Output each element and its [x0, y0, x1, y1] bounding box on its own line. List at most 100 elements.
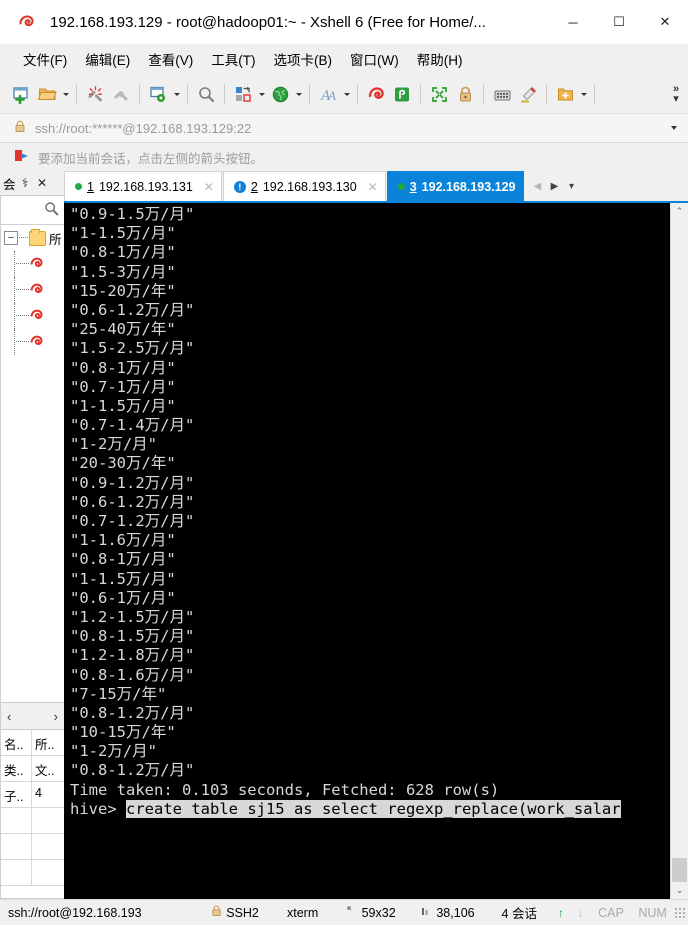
tree-connector — [16, 315, 29, 317]
sidebar-title: 会 — [3, 177, 16, 192]
terminal-prompt-line[interactable]: hive> create table sj15 as select regexp… — [70, 799, 670, 819]
search-icon[interactable] — [193, 81, 219, 107]
pin-icon[interactable]: ⚕ — [18, 174, 33, 192]
web-browser-dropdown-icon[interactable] — [293, 81, 304, 107]
property-key: 子.. — [1, 782, 32, 808]
status-sessions: 4 会话 — [501, 907, 537, 921]
sidebar-nav-prev[interactable]: ‹ — [7, 709, 11, 724]
new-session-icon[interactable] — [8, 81, 34, 107]
status-cap: CAP — [598, 905, 624, 920]
disconnect-icon[interactable] — [82, 81, 108, 107]
notice-text: 要添加当前会话，点击左侧的箭头按钮。 — [38, 151, 264, 166]
tab-nav-next-icon[interactable]: ▶ — [547, 172, 563, 200]
terminal-line: "0.7-1.4万/月" — [70, 416, 195, 435]
tree-connector — [16, 341, 29, 343]
terminal-scrollbar[interactable]: ⌃ ⌄ — [670, 203, 688, 899]
property-value-empty — [32, 834, 64, 860]
terminal-line: "0.6-1.2万/月" — [70, 300, 195, 319]
status-dot-icon — [397, 183, 405, 190]
sidebar-header: 会 ⚕ ✕ — [0, 171, 64, 195]
menu-help[interactable]: 帮助(H) — [408, 46, 472, 72]
maximize-button[interactable]: ☐ — [596, 0, 642, 44]
window-title: 192.168.193.129 - root@hadoop01:~ - Xshe… — [50, 13, 486, 31]
add-folder-dropdown-icon[interactable] — [578, 81, 589, 107]
status-protocol: SSH2 — [198, 905, 272, 920]
tree-root-node[interactable]: − 所 — [1, 225, 64, 251]
tree-session-item[interactable] — [1, 303, 64, 329]
tab-number: 1 — [87, 179, 94, 194]
scrollbar-thumb[interactable] — [672, 858, 687, 882]
tree-expander-icon[interactable]: − — [4, 231, 18, 245]
tree-session-item[interactable] — [1, 329, 64, 355]
open-folder-dropdown-icon[interactable] — [60, 81, 71, 107]
xshell-icon[interactable] — [363, 81, 389, 107]
menu-tabs[interactable]: 选项卡(B) — [265, 46, 342, 72]
keyboard-icon[interactable] — [489, 81, 515, 107]
property-row-empty — [1, 834, 64, 860]
session-properties-dropdown-icon[interactable] — [171, 81, 182, 107]
menu-view[interactable]: 查看(V) — [139, 46, 202, 72]
font-dropdown-icon[interactable] — [341, 81, 352, 107]
menu-edit[interactable]: 编辑(E) — [76, 46, 139, 72]
reconnect-icon[interactable] — [108, 81, 134, 107]
address-bar[interactable]: ssh://root:******@192.168.193.129:22 — [0, 113, 688, 143]
tree-connector — [19, 237, 28, 239]
open-folder-icon[interactable] — [34, 81, 60, 107]
tree-session-item[interactable] — [1, 277, 64, 303]
terminal-command-input[interactable]: create table sj15 as select regexp_repla… — [126, 799, 621, 818]
menu-window[interactable]: 窗口(W) — [341, 46, 408, 72]
web-browser-icon[interactable] — [267, 81, 293, 107]
address-input[interactable]: ssh://root:******@192.168.193.129:22 — [26, 121, 666, 136]
close-button[interactable]: ✕ — [642, 0, 688, 44]
scroll-down-icon[interactable]: ⌄ — [671, 882, 688, 899]
terminal-line: "1-2万/月" — [70, 742, 157, 761]
terminal-line: "20-30万/年" — [70, 454, 176, 473]
menu-file[interactable]: 文件(F) — [14, 46, 76, 72]
terminal-line: "0.8-1.2万/月" — [70, 703, 195, 722]
sidebar-nav-next[interactable]: › — [54, 709, 58, 724]
session-icon — [29, 333, 46, 351]
highlight-icon[interactable] — [515, 81, 541, 107]
tree-root-label: 所 — [49, 232, 62, 247]
tab-nav-prev-icon[interactable]: ◀ — [530, 172, 546, 200]
tab-session-1[interactable]: 1 192.168.193.131 ✕ — [64, 171, 222, 201]
property-key: 名.. — [1, 730, 32, 756]
tree-session-item[interactable] — [1, 251, 64, 277]
chevron-down-icon[interactable] — [666, 126, 682, 130]
notice-bar: 要添加当前会话，点击左侧的箭头按钮。 — [0, 143, 688, 171]
terminal-line: "15-20万/年" — [70, 281, 176, 300]
terminal-output[interactable]: "0.9-1.5万/月" "1-1.5万/月" "0.8-1万/月" "1.5-3万/… — [64, 203, 670, 899]
window-controls: ─ ☐ ✕ — [550, 0, 688, 44]
minimize-button[interactable]: ─ — [550, 0, 596, 44]
fullscreen-icon[interactable] — [426, 81, 452, 107]
transfer-file-dropdown-icon[interactable] — [256, 81, 267, 107]
property-row-empty — [1, 860, 64, 886]
sidebar-search-box[interactable] — [0, 195, 64, 225]
transfer-file-icon[interactable] — [230, 81, 256, 107]
scroll-up-icon[interactable]: ⌃ — [671, 203, 688, 220]
tab-session-3[interactable]: 3 192.168.193.129 — [386, 171, 524, 201]
xftp-icon[interactable] — [389, 81, 415, 107]
add-folder-icon[interactable] — [552, 81, 578, 107]
sessions-tree[interactable]: − 所 — [0, 225, 64, 703]
tab-close-icon[interactable]: ✕ — [362, 180, 378, 194]
title-bar: 192.168.193.129 - root@hadoop01:~ - Xshe… — [0, 0, 688, 44]
terminal-line: "0.6-1万/月" — [70, 588, 176, 607]
tab-session-2[interactable]: ! 2 192.168.193.130 ✕ — [222, 171, 386, 201]
session-properties-icon[interactable] — [145, 81, 171, 107]
toolbar-separator — [139, 84, 140, 104]
terminal-column: 1 192.168.193.131 ✕ ! 2 192.168.193.130 … — [64, 171, 688, 899]
tab-close-icon[interactable]: ✕ — [198, 180, 214, 194]
scrollbar-track[interactable] — [671, 220, 688, 882]
font-icon[interactable]: A A — [315, 81, 341, 107]
property-row-empty — [1, 808, 64, 834]
toolbar-overflow-button[interactable]: » ▾ — [666, 75, 686, 113]
menu-bar: 文件(F) 编辑(E) 查看(V) 工具(T) 选项卡(B) 窗口(W) 帮助(… — [0, 44, 688, 75]
menu-tools[interactable]: 工具(T) — [202, 46, 264, 72]
tab-nav-menu-icon[interactable]: ▾ — [564, 172, 580, 200]
resize-grip[interactable] — [673, 906, 685, 919]
lock-icon[interactable] — [452, 81, 478, 107]
tree-connector — [16, 289, 29, 291]
terminal-line: "0.9-1.2万/月" — [70, 473, 195, 492]
sidebar-close-icon[interactable]: ✕ — [35, 174, 50, 192]
